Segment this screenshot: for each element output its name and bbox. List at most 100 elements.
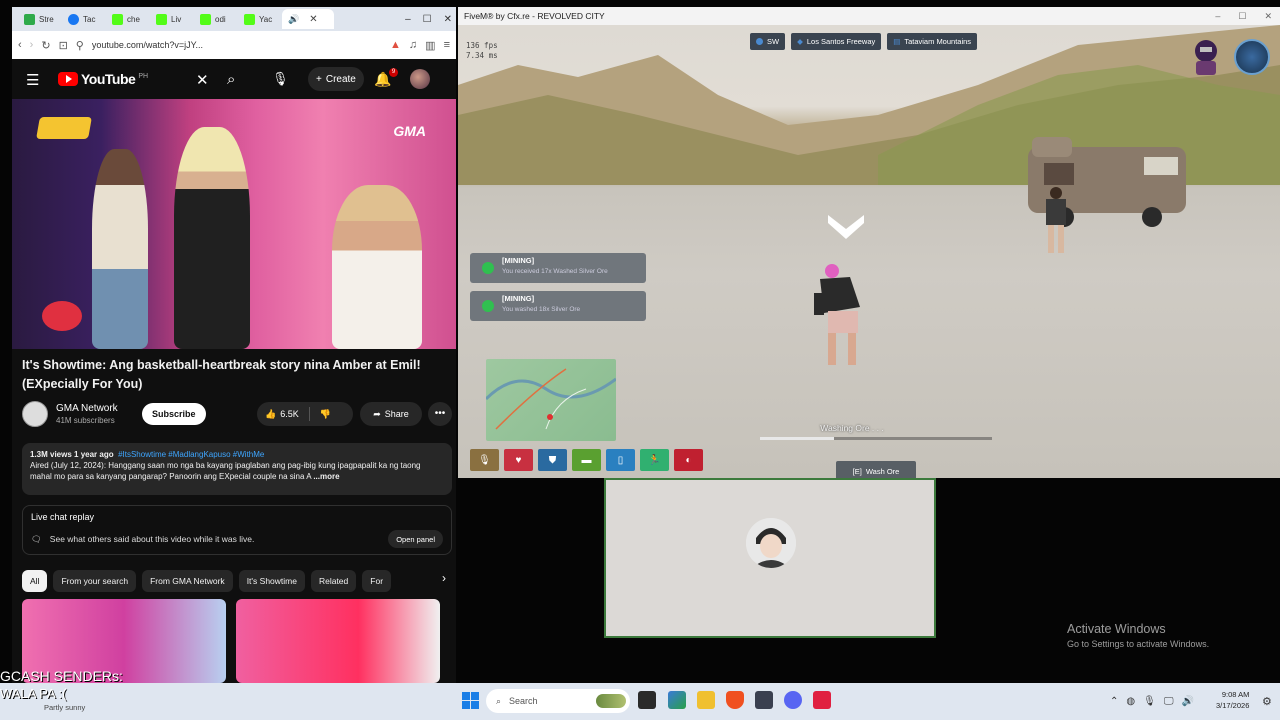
extension-icon[interactable]: ▲ xyxy=(390,39,401,51)
widgets-app-icon[interactable] xyxy=(668,691,686,709)
chip-from-channel[interactable]: From GMA Network xyxy=(142,570,233,592)
wash-ore-prompt[interactable]: [E] Wash Ore xyxy=(836,461,916,478)
tab-label: odi xyxy=(215,14,226,24)
task-view-icon[interactable] xyxy=(638,691,656,709)
related-video-thumbnail[interactable] xyxy=(236,599,440,683)
chip-related[interactable]: Related xyxy=(310,570,357,592)
chip-its-showtime[interactable]: It's Showtime xyxy=(238,570,305,592)
taskbar-clock[interactable]: 9:08 AM 3/17/2026 xyxy=(1216,689,1249,711)
chip-from-search[interactable]: From your search xyxy=(53,570,137,592)
hamburger-menu-icon[interactable]: ☰ xyxy=(26,71,39,89)
app-icon[interactable] xyxy=(813,691,831,709)
window-controls: – ☐ ✕ xyxy=(1215,7,1272,25)
hashtags[interactable]: #ItsShowtime #MadlangKapuso #WithMe xyxy=(118,450,264,459)
chat-icon: 🗨 xyxy=(31,533,42,544)
browser-tab[interactable]: Tac xyxy=(62,9,106,29)
like-count[interactable]: 6.5K xyxy=(280,409,299,419)
search-icon[interactable]: ⌕ xyxy=(227,71,235,88)
video-description[interactable]: 1.3M views 1 year ago #ItsShowtime #Madl… xyxy=(22,443,452,495)
windows-activation-watermark: Activate Windows Go to Settings to activ… xyxy=(1067,622,1209,649)
volume-icon[interactable]: 🔊 xyxy=(1181,696,1193,707)
minimize-button[interactable]: – xyxy=(1215,7,1220,25)
notification-badge: 9 xyxy=(389,68,398,77)
brave-browser-icon[interactable] xyxy=(726,691,744,709)
dislike-icon[interactable]: 👎 xyxy=(320,409,331,420)
minimize-button[interactable]: – xyxy=(405,14,411,25)
app-tray-icon[interactable]: ◍ xyxy=(1126,696,1135,707)
channel-name[interactable]: GMA Network xyxy=(56,403,136,414)
music-icon[interactable]: ♫ xyxy=(409,39,417,51)
close-button[interactable]: ✕ xyxy=(1264,7,1272,25)
menu-icon[interactable]: ≡ xyxy=(444,39,450,51)
settings-gear-icon[interactable]: ⚙ xyxy=(1262,695,1272,708)
chevron-right-icon[interactable]: › xyxy=(442,571,446,585)
site-info-icon[interactable]: ⚲ xyxy=(76,39,84,52)
browser-tab[interactable]: Yac xyxy=(238,9,282,29)
sidebar-icon[interactable]: ▥ xyxy=(425,39,435,52)
kick-icon xyxy=(244,13,255,25)
webcam-overlay xyxy=(604,478,936,638)
channel-info: GMA Network 41M subscribers xyxy=(56,403,136,425)
address-bar: ‹ › ↻ ⊡ ⚲ youtube.com/watch?v=jJY... ▲ ♫… xyxy=(12,31,456,59)
user-avatar[interactable] xyxy=(410,69,430,89)
maximize-button[interactable]: ☐ xyxy=(423,14,432,25)
show-more-link[interactable]: ...more xyxy=(313,472,339,481)
tab-favicon xyxy=(24,13,35,25)
discord-icon[interactable] xyxy=(784,691,802,709)
browser-tab[interactable]: Liv xyxy=(150,9,194,29)
like-icon[interactable]: 👍 xyxy=(265,409,276,420)
close-button[interactable]: ✕ xyxy=(444,14,452,25)
check-icon xyxy=(482,262,494,274)
bookmark-icon[interactable]: ⊡ xyxy=(59,39,68,52)
area-label: Tataviam Mountains xyxy=(904,37,972,46)
browser-tab[interactable]: odi xyxy=(194,9,238,29)
file-explorer-icon[interactable] xyxy=(697,691,715,709)
subscriber-count: 41M subscribers xyxy=(56,416,115,425)
back-icon[interactable]: ‹ xyxy=(18,39,22,51)
open-panel-button[interactable]: Open panel xyxy=(388,530,443,548)
streamer-avatar xyxy=(746,518,796,568)
app-icon[interactable] xyxy=(755,691,773,709)
video-title: It's Showtime: Ang basketball-heartbreak… xyxy=(22,358,421,391)
game-viewport[interactable]: 136 fps 7.34 ms SW ◆ Los Santos Freeway ▤ T… xyxy=(458,25,1280,478)
windows-start-icon[interactable] xyxy=(462,692,479,709)
taskbar-search[interactable]: ⌕ Search xyxy=(486,689,630,713)
youtube-logo[interactable]: YouTube PH xyxy=(58,71,148,87)
microphone-icon[interactable]: 🎙 xyxy=(272,71,289,87)
minimap[interactable] xyxy=(486,359,616,441)
more-actions-icon[interactable]: ••• xyxy=(428,402,452,426)
clear-search-icon[interactable]: ✕ xyxy=(196,71,209,89)
microphone-icon[interactable]: 🎙 xyxy=(1143,696,1156,707)
search-placeholder: Search xyxy=(509,696,538,706)
fivem-titlebar: FiveM® by Cfx.re - REVOLVED CITY – ☐ ✕ xyxy=(458,7,1280,25)
subscribe-button[interactable]: Subscribe xyxy=(142,403,206,425)
video-player[interactable]: GMA xyxy=(12,99,456,349)
url-field[interactable]: youtube.com/watch?v=jJY... xyxy=(92,40,382,50)
forward-icon[interactable]: › xyxy=(30,39,34,51)
fivem-window-title: FiveM® by Cfx.re - REVOLVED CITY xyxy=(464,11,605,21)
maximize-button[interactable]: ☐ xyxy=(1238,7,1246,25)
channel-avatar[interactable] xyxy=(22,401,48,427)
youtube-header: ☰ YouTube PH ✕ ⌕ 🎙 + Create 🔔 9 xyxy=(12,59,456,99)
create-button[interactable]: + Create xyxy=(308,67,364,91)
weather-widget[interactable]: Partly sunny xyxy=(44,703,85,712)
share-button[interactable]: ➦ Share xyxy=(360,402,422,426)
stress-icon: ◐ xyxy=(674,449,703,471)
chevron-up-icon[interactable]: ⌃ xyxy=(1110,696,1118,707)
network-icon[interactable]: 🖵 xyxy=(1164,696,1174,707)
status-hotbar: 🎙 ♥ ⛊ ▬ ▯ 🏃 ◐ xyxy=(470,449,703,471)
browser-tab[interactable]: che xyxy=(106,9,150,29)
tab-label: Stre xyxy=(39,14,54,24)
fps-counter: 136 fps 7.34 ms xyxy=(466,41,498,61)
wash-progress: Washing Ore . . . xyxy=(760,423,992,440)
fivem-window: FiveM® by Cfx.re - REVOLVED CITY – ☐ ✕ 1… xyxy=(458,7,1280,478)
chip-all[interactable]: All xyxy=(22,570,48,592)
browser-tab-active[interactable]: 🔊 ✕ xyxy=(282,9,334,29)
live-chat-title: Live chat replay xyxy=(31,512,95,522)
live-chat-text: See what others said about this video wh… xyxy=(49,534,255,544)
reload-icon[interactable]: ↻ xyxy=(41,39,50,52)
channel-row: GMA Network 41M subscribers Subscribe 👍 … xyxy=(22,399,452,429)
browser-tab[interactable]: Stre xyxy=(18,9,62,29)
chip-for[interactable]: For xyxy=(362,570,392,592)
close-tab-icon[interactable]: ✕ xyxy=(309,14,317,25)
